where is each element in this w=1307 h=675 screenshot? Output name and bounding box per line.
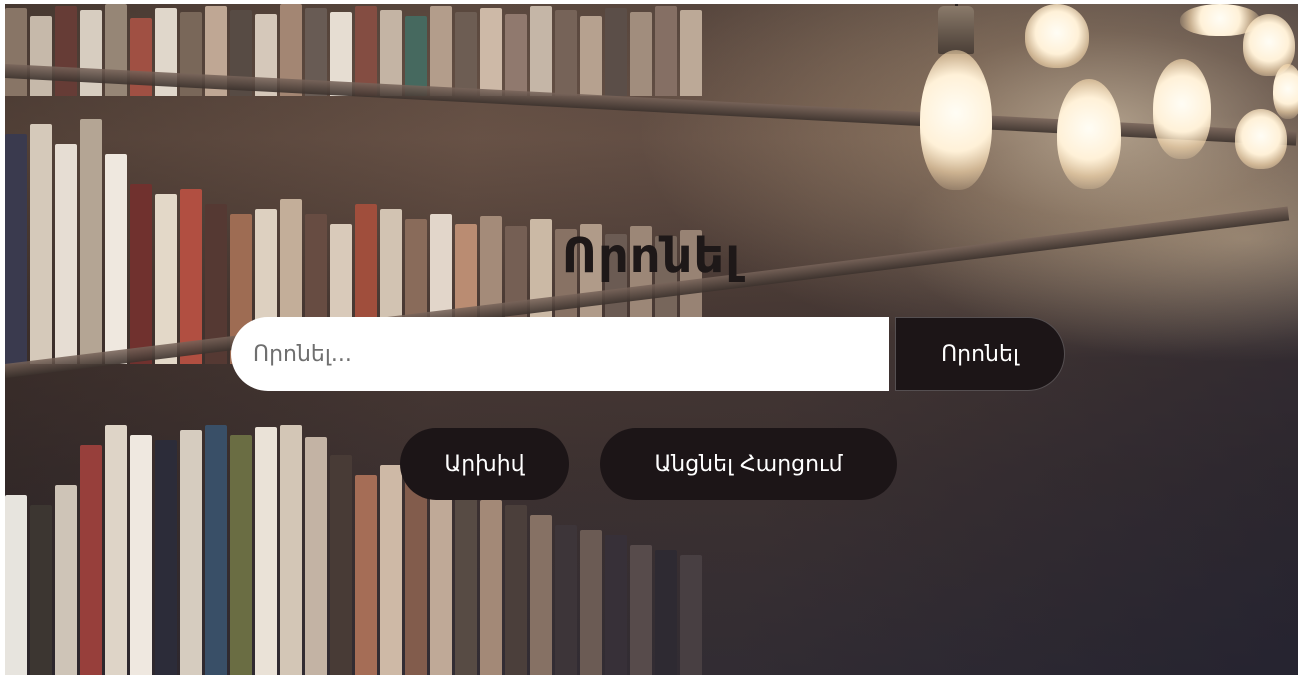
search-input[interactable] (231, 317, 889, 391)
search-panel: Որոնել Որոնել Արխիվ Անցնել Հարցում (5, 4, 1298, 675)
page-title: Որոնել (561, 228, 742, 284)
archive-button[interactable]: Արխիվ (400, 428, 569, 500)
search-form: Որոնել (231, 317, 1065, 391)
take-quiz-button[interactable]: Անցնել Հարցում (600, 428, 897, 500)
search-button[interactable]: Որոնել (895, 317, 1065, 391)
library-background: Որոնել Որոնել Արխիվ Անցնել Հարցում (5, 4, 1298, 675)
